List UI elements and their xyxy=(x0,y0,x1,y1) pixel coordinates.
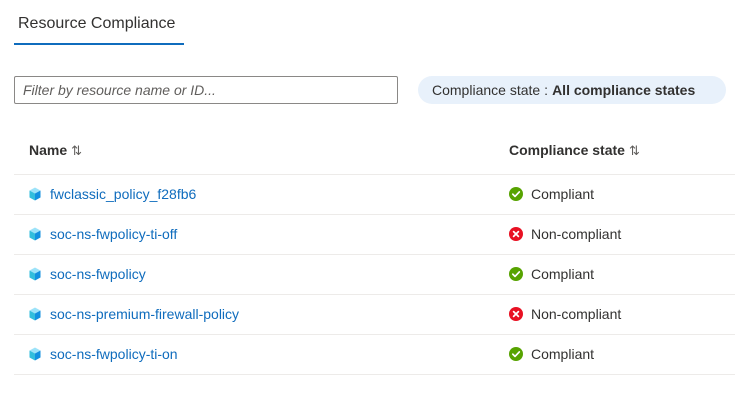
firewall-policy-cube-icon xyxy=(29,187,41,201)
column-header-compliance-state[interactable]: Compliance state ⇅ xyxy=(509,142,640,159)
table-header: Name ⇅ Compliance state ⇅ xyxy=(14,130,735,175)
compliance-state-text: Compliant xyxy=(531,266,595,282)
firewall-policy-cube-icon xyxy=(29,227,41,241)
check-circle-icon xyxy=(509,267,523,281)
compliance-state-text: Compliant xyxy=(531,346,595,362)
compliance-state-text: Non-compliant xyxy=(531,226,622,242)
compliance-filter-separator: : xyxy=(544,82,549,98)
resource-name-link[interactable]: fwclassic_policy_f28fb6 xyxy=(50,186,196,202)
compliance-state-cell: Non-compliant xyxy=(509,226,621,242)
name-cell: soc-ns-fwpolicy xyxy=(29,266,146,282)
filter-input[interactable] xyxy=(14,76,398,104)
compliance-state-filter-pill[interactable]: Compliance state : All compliance states xyxy=(418,76,726,104)
name-cell: soc-ns-premium-firewall-policy xyxy=(29,306,239,322)
table-body: fwclassic_policy_f28fb6 Compliant soc-ns… xyxy=(14,175,735,375)
compliance-state-text: Non-compliant xyxy=(531,306,622,322)
name-cell: soc-ns-fwpolicy-ti-off xyxy=(29,226,177,242)
compliance-filter-value: All compliance states xyxy=(552,82,696,98)
firewall-policy-cube-icon xyxy=(29,267,41,281)
resource-name-link[interactable]: soc-ns-premium-firewall-policy xyxy=(50,306,239,322)
resource-name-link[interactable]: soc-ns-fwpolicy-ti-off xyxy=(50,226,177,242)
resource-name-link[interactable]: soc-ns-fwpolicy-ti-on xyxy=(50,346,178,362)
table-row: soc-ns-premium-firewall-policy Non-compl… xyxy=(14,295,735,335)
error-circle-icon xyxy=(509,307,523,321)
column-header-name[interactable]: Name ⇅ xyxy=(29,142,82,159)
sort-icon: ⇅ xyxy=(71,143,83,158)
compliance-state-cell: Compliant xyxy=(509,266,594,282)
name-cell: fwclassic_policy_f28fb6 xyxy=(29,186,196,202)
sort-icon: ⇅ xyxy=(628,143,640,158)
compliance-state-cell: Compliant xyxy=(509,186,594,202)
table-row: soc-ns-fwpolicy Compliant xyxy=(14,255,735,295)
name-cell: soc-ns-fwpolicy-ti-on xyxy=(29,346,178,362)
table-row: soc-ns-fwpolicy-ti-on Compliant xyxy=(14,335,735,375)
error-circle-icon xyxy=(509,227,523,241)
firewall-policy-cube-icon xyxy=(29,347,41,361)
table-row: fwclassic_policy_f28fb6 Compliant xyxy=(14,175,735,215)
check-circle-icon xyxy=(509,347,523,361)
compliance-state-text: Compliant xyxy=(531,186,595,202)
tab-label: Resource Compliance xyxy=(18,15,176,32)
firewall-policy-cube-icon xyxy=(29,307,41,321)
column-header-state-label: Compliance state xyxy=(509,142,625,158)
check-circle-icon xyxy=(509,187,523,201)
column-header-name-label: Name xyxy=(29,142,68,158)
resource-compliance-table: Name ⇅ Compliance state ⇅ fwclassic_policy… xyxy=(14,130,735,375)
active-tab-indicator xyxy=(14,43,184,45)
resource-name-link[interactable]: soc-ns-fwpolicy xyxy=(50,266,146,282)
table-row: soc-ns-fwpolicy-ti-off Non-compliant xyxy=(14,215,735,255)
compliance-state-cell: Compliant xyxy=(509,346,594,362)
compliance-filter-label: Compliance state xyxy=(432,82,541,98)
compliance-state-cell: Non-compliant xyxy=(509,306,621,322)
